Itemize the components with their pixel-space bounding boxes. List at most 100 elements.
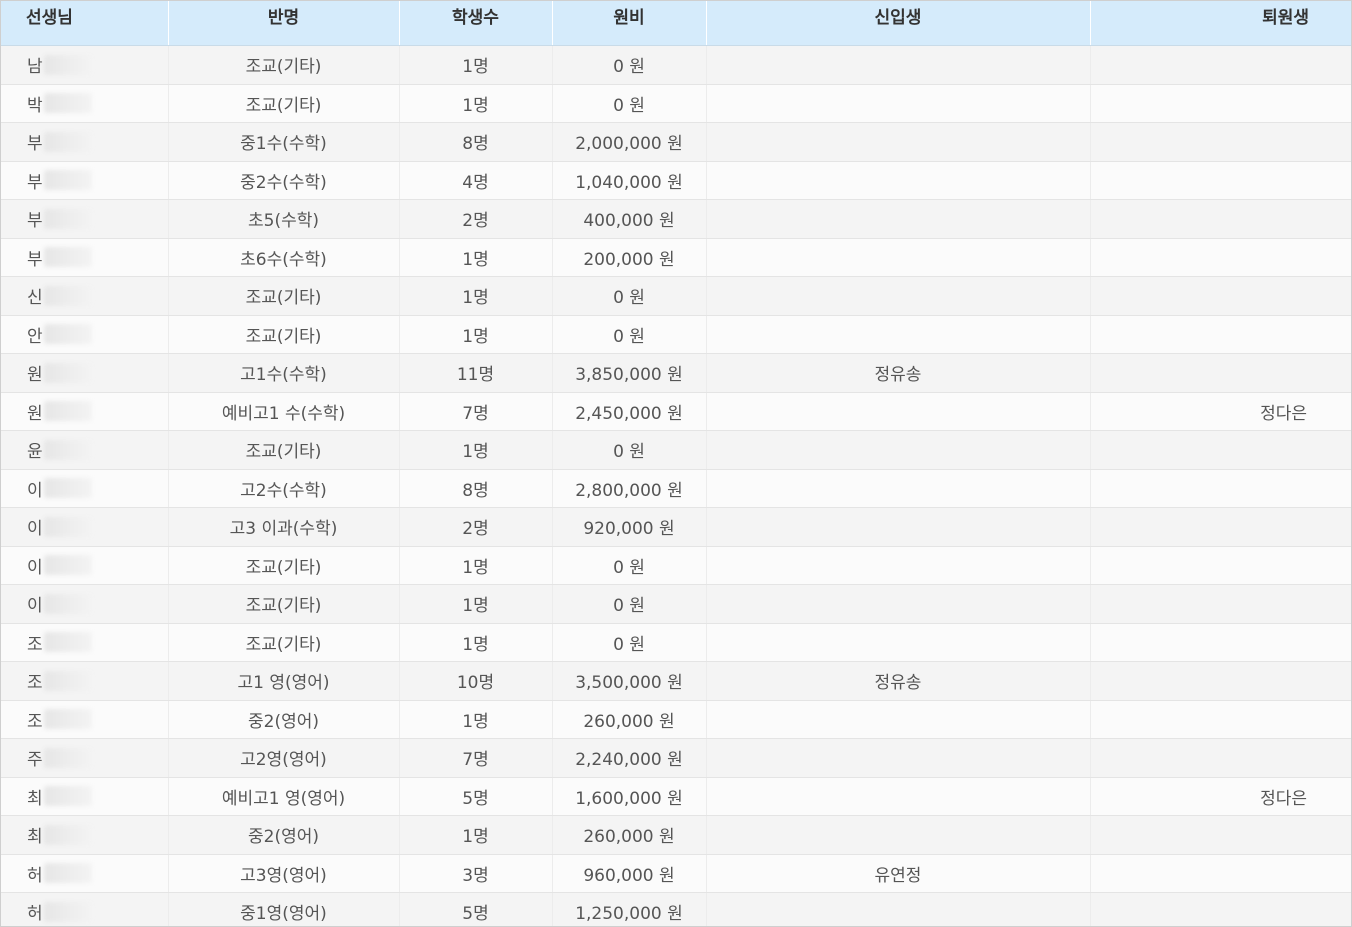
redacted-name-blur [43, 786, 92, 807]
class-summary-table: 선생님 반명 학생수 원비 신입생 퇴원생 남 조교(기타) 1명 0 원 박 조교(기타… [1, 1, 1351, 926]
table-row[interactable]: 부 초6수(수학) 1명 200,000 원 [1, 238, 1351, 277]
teacher-name: 부 [27, 172, 43, 193]
cell-fee: 2,450,000 원 [552, 392, 707, 431]
cell-teacher: 부 [1, 161, 169, 200]
cell-teacher: 부 [1, 199, 169, 239]
cell-new-student [706, 199, 1091, 239]
table-row[interactable]: 조 고1 영(영어) 10명 3,500,000 원 정유송 [1, 661, 1351, 701]
table-row[interactable]: 허 중1영(영어) 5명 1,250,000 원 [1, 892, 1351, 926]
cell-new-student [706, 161, 1091, 200]
table-row[interactable]: 이 조교(기타) 1명 0 원 [1, 584, 1351, 624]
teacher-name: 최 [27, 827, 43, 848]
cell-fee: 920,000 원 [552, 507, 707, 547]
teacher-name: 부 [27, 249, 43, 270]
redacted-name-blur [43, 208, 92, 229]
cell-students: 1명 [399, 584, 553, 624]
table-row[interactable]: 부 초5(수학) 2명 400,000 원 [1, 199, 1351, 239]
cell-new-student [706, 45, 1091, 85]
header-teacher[interactable]: 선생님 [1, 1, 169, 46]
table-row[interactable]: 안 조교(기타) 1명 0 원 [1, 315, 1351, 354]
cell-fee: 0 원 [552, 315, 707, 354]
redacted-name-blur [43, 670, 92, 691]
teacher-name: 박 [27, 95, 43, 116]
cell-class: 조교(기타) [168, 315, 400, 354]
table-row[interactable]: 윤 조교(기타) 1명 0 원 [1, 430, 1351, 470]
redacted-name-blur [43, 247, 92, 268]
cell-leaving-student [1090, 84, 1351, 123]
redacted-name-blur [43, 709, 92, 730]
cell-class: 중2수(수학) [168, 161, 400, 200]
cell-fee: 2,800,000 원 [552, 469, 707, 508]
cell-fee: 260,000 원 [552, 700, 707, 739]
cell-fee: 0 원 [552, 45, 707, 85]
table-body: 남 조교(기타) 1명 0 원 박 조교(기타) 1명 0 원 부 중1수(수학) 8명 2,000,… [1, 45, 1351, 926]
cell-new-student [706, 777, 1091, 816]
table-row[interactable]: 조 조교(기타) 1명 0 원 [1, 623, 1351, 662]
teacher-name: 부 [27, 134, 43, 155]
table-row[interactable]: 남 조교(기타) 1명 0 원 [1, 45, 1351, 85]
teacher-name: 허 [27, 904, 43, 925]
cell-new-student [706, 84, 1091, 123]
cell-leaving-student [1090, 854, 1351, 893]
header-class[interactable]: 반명 [168, 1, 400, 46]
teacher-name: 조 [27, 711, 43, 732]
cell-teacher: 윤 [1, 430, 169, 470]
table-row[interactable]: 주 고2영(영어) 7명 2,240,000 원 [1, 738, 1351, 778]
teacher-name: 원 [27, 403, 43, 424]
cell-students: 1명 [399, 45, 553, 85]
redacted-name-blur [43, 478, 92, 499]
table-row[interactable]: 조 중2(영어) 1명 260,000 원 [1, 700, 1351, 739]
redacted-name-blur [43, 863, 92, 884]
cell-students: 2명 [399, 507, 553, 547]
cell-class: 조교(기타) [168, 45, 400, 85]
table-row[interactable]: 원 고1수(수학) 11명 3,850,000 원 정유송 [1, 353, 1351, 393]
redacted-name-blur [43, 747, 92, 768]
cell-leaving-student [1090, 892, 1351, 926]
cell-leaving-student: 정다은 [1090, 777, 1351, 816]
cell-students: 1명 [399, 623, 553, 662]
cell-class: 중1영(영어) [168, 892, 400, 926]
table-row[interactable]: 이 조교(기타) 1명 0 원 [1, 546, 1351, 585]
table-row[interactable]: 최 중2(영어) 1명 260,000 원 [1, 815, 1351, 855]
header-students[interactable]: 학생수 [399, 1, 553, 46]
cell-students: 4명 [399, 161, 553, 200]
cell-teacher: 원 [1, 392, 169, 431]
cell-new-student [706, 584, 1091, 624]
cell-students: 11명 [399, 353, 553, 393]
redacted-name-blur [43, 285, 92, 306]
cell-students: 1명 [399, 430, 553, 470]
header-new-students[interactable]: 신입생 [706, 1, 1091, 46]
cell-leaving-student [1090, 815, 1351, 855]
cell-teacher: 조 [1, 661, 169, 701]
redacted-name-blur [43, 901, 92, 922]
table-row[interactable]: 이 고2수(수학) 8명 2,800,000 원 [1, 469, 1351, 508]
cell-teacher: 허 [1, 892, 169, 926]
cell-leaving-student [1090, 507, 1351, 547]
teacher-name: 허 [27, 865, 43, 886]
cell-new-student: 정유송 [706, 353, 1091, 393]
header-fee[interactable]: 원비 [552, 1, 707, 46]
table-row[interactable]: 부 중2수(수학) 4명 1,040,000 원 [1, 161, 1351, 200]
teacher-name: 주 [27, 750, 43, 771]
teacher-name: 조 [27, 634, 43, 655]
redacted-name-blur [43, 324, 92, 345]
table-row[interactable]: 이 고3 이과(수학) 2명 920,000 원 [1, 507, 1351, 547]
cell-fee: 1,600,000 원 [552, 777, 707, 816]
cell-fee: 2,240,000 원 [552, 738, 707, 778]
cell-fee: 0 원 [552, 84, 707, 123]
cell-teacher: 이 [1, 546, 169, 585]
cell-class: 초6수(수학) [168, 238, 400, 277]
table-row[interactable]: 부 중1수(수학) 8명 2,000,000 원 [1, 122, 1351, 162]
cell-leaving-student [1090, 353, 1351, 393]
table-row[interactable]: 허 고3영(영어) 3명 960,000 원 유연정 [1, 854, 1351, 893]
teacher-name: 부 [27, 211, 43, 232]
cell-fee: 260,000 원 [552, 815, 707, 855]
cell-teacher: 남 [1, 45, 169, 85]
header-leaving-students[interactable]: 퇴원생 [1090, 1, 1351, 46]
cell-new-student [706, 315, 1091, 354]
table-row[interactable]: 최 예비고1 영(영어) 5명 1,600,000 원 정다은 [1, 777, 1351, 816]
table-row[interactable]: 신 조교(기타) 1명 0 원 [1, 276, 1351, 316]
cell-leaving-student [1090, 661, 1351, 701]
table-row[interactable]: 박 조교(기타) 1명 0 원 [1, 84, 1351, 123]
table-row[interactable]: 원 예비고1 수(수학) 7명 2,450,000 원 정다은 [1, 392, 1351, 431]
